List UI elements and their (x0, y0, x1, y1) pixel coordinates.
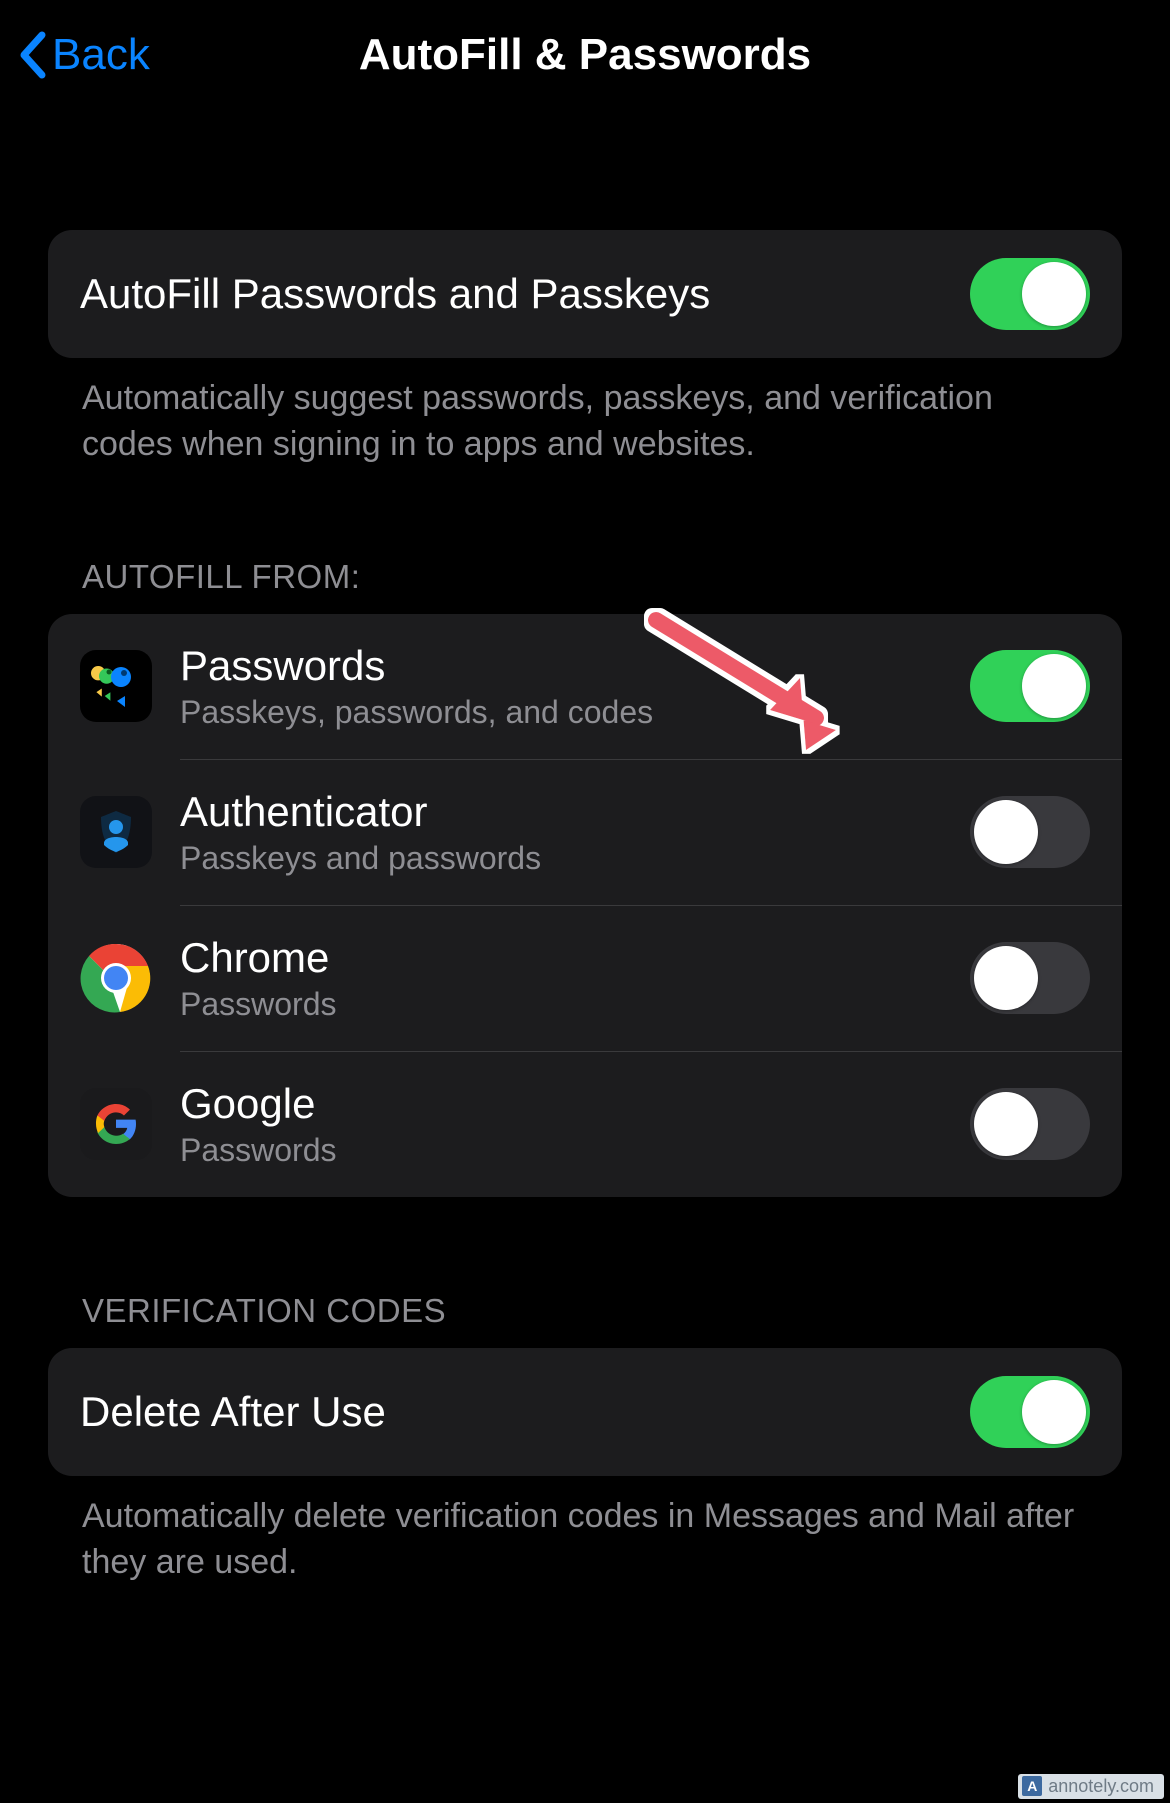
back-label: Back (52, 30, 150, 80)
page-title: AutoFill & Passwords (359, 30, 811, 80)
provider-toggle-google[interactable] (970, 1088, 1090, 1160)
provider-title: Passwords (180, 642, 653, 690)
autofill-master-toggle[interactable] (970, 258, 1090, 330)
provider-title: Google (180, 1080, 337, 1128)
autofill-from-header: AUTOFILL FROM: (48, 558, 1122, 614)
provider-title: Authenticator (180, 788, 541, 836)
delete-after-use-toggle[interactable] (970, 1376, 1090, 1448)
chevron-left-icon (18, 31, 46, 79)
provider-subtitle: Passwords (180, 986, 337, 1023)
chrome-icon (80, 942, 152, 1014)
delete-after-use-row: Delete After Use (48, 1348, 1122, 1476)
nav-header: Back AutoFill & Passwords (0, 0, 1170, 110)
back-button[interactable]: Back (18, 30, 150, 80)
provider-row-google: Google Passwords (48, 1052, 1122, 1197)
delete-after-use-card: Delete After Use (48, 1348, 1122, 1476)
verification-codes-header: VERIFICATION CODES (48, 1292, 1122, 1348)
autofill-master-row: AutoFill Passwords and Passkeys (48, 230, 1122, 358)
autofill-from-card: Passwords Passkeys, passwords, and codes (48, 614, 1122, 1197)
provider-row-chrome: Chrome Passwords (48, 906, 1122, 1051)
autofill-master-footer: Automatically suggest passwords, passkey… (48, 358, 1122, 468)
autofill-master-title: AutoFill Passwords and Passkeys (80, 270, 710, 318)
watermark: annotely.com (1018, 1774, 1164, 1799)
provider-row-authenticator: Authenticator Passkeys and passwords (48, 760, 1122, 905)
provider-row-passwords: Passwords Passkeys, passwords, and codes (48, 614, 1122, 759)
provider-subtitle: Passkeys and passwords (180, 840, 541, 877)
provider-toggle-passwords[interactable] (970, 650, 1090, 722)
google-icon (80, 1088, 152, 1160)
provider-subtitle: Passwords (180, 1132, 337, 1169)
provider-toggle-authenticator[interactable] (970, 796, 1090, 868)
provider-title: Chrome (180, 934, 337, 982)
provider-subtitle: Passkeys, passwords, and codes (180, 694, 653, 731)
verification-codes-footer: Automatically delete verification codes … (48, 1476, 1122, 1586)
authenticator-icon (80, 796, 152, 868)
keys-icon (80, 650, 152, 722)
provider-toggle-chrome[interactable] (970, 942, 1090, 1014)
autofill-master-card: AutoFill Passwords and Passkeys (48, 230, 1122, 358)
delete-after-use-title: Delete After Use (80, 1388, 386, 1436)
